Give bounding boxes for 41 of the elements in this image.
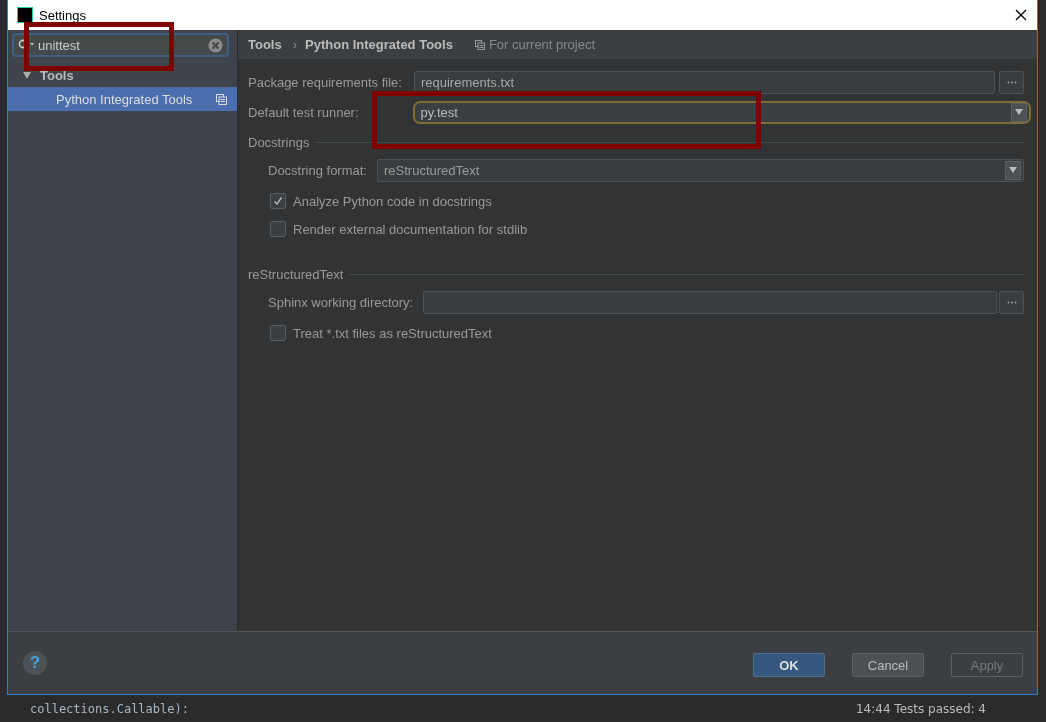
checkbox[interactable]: [270, 325, 286, 341]
cancel-button[interactable]: Cancel: [852, 653, 924, 677]
scope-note: For current project: [488, 37, 596, 52]
dropdown[interactable]: py.test: [412, 100, 1031, 124]
breadcrumb-item: Python Integrated Tools: [305, 37, 453, 52]
text-field[interactable]: requirements.txt: [413, 70, 995, 94]
tree-item[interactable]: Python Integrated Tools: [8, 87, 237, 111]
breadcrumb-item: Tools: [248, 37, 282, 52]
section-title: reStructuredText: [248, 266, 344, 282]
ok-button[interactable]: OK: [753, 653, 825, 677]
text-field[interactable]: [423, 290, 997, 314]
field-label: Sphinx working directory:: [268, 294, 414, 310]
checkbox[interactable]: [270, 221, 286, 237]
field-label: Docstring format:: [268, 162, 367, 178]
window-title: Settings: [39, 7, 86, 23]
app-logo-icon: [17, 7, 33, 23]
checkbox-label: Analyze Python code in docstrings: [293, 193, 492, 209]
help-button[interactable]: ?: [23, 651, 47, 675]
ellipsis-icon: [1006, 80, 1017, 84]
ellipsis-icon: [1006, 300, 1017, 304]
checkbox-label: Treat *.txt files as reStructuredText: [293, 325, 492, 341]
project-scope-icon: [474, 39, 485, 50]
code-line: collections.Callable):: [30, 701, 189, 716]
expand-arrow-icon[interactable]: [22, 70, 32, 80]
tree-item[interactable]: Tools: [8, 63, 237, 87]
checkbox-label: Render external documentation for stdlib: [293, 221, 528, 237]
breadcrumb-separator: ›: [292, 37, 298, 52]
browse-button[interactable]: [999, 290, 1024, 314]
checkbox[interactable]: [270, 193, 286, 209]
check-icon: [273, 196, 283, 206]
clear-icon[interactable]: [208, 38, 223, 53]
close-icon[interactable]: [1015, 9, 1027, 21]
browse-button[interactable]: [999, 70, 1024, 94]
field-label: Default test runner:: [248, 104, 359, 120]
search-icon: [18, 39, 34, 51]
status-text: 14:44 Tests passed: 4: [855, 701, 986, 716]
dropdown[interactable]: reStructuredText: [377, 158, 1024, 182]
field-label: Package requirements file:: [248, 74, 402, 90]
section-title: Docstrings: [248, 134, 310, 150]
project-scope-icon: [216, 93, 227, 105]
search-field[interactable]: unittest: [12, 33, 229, 57]
